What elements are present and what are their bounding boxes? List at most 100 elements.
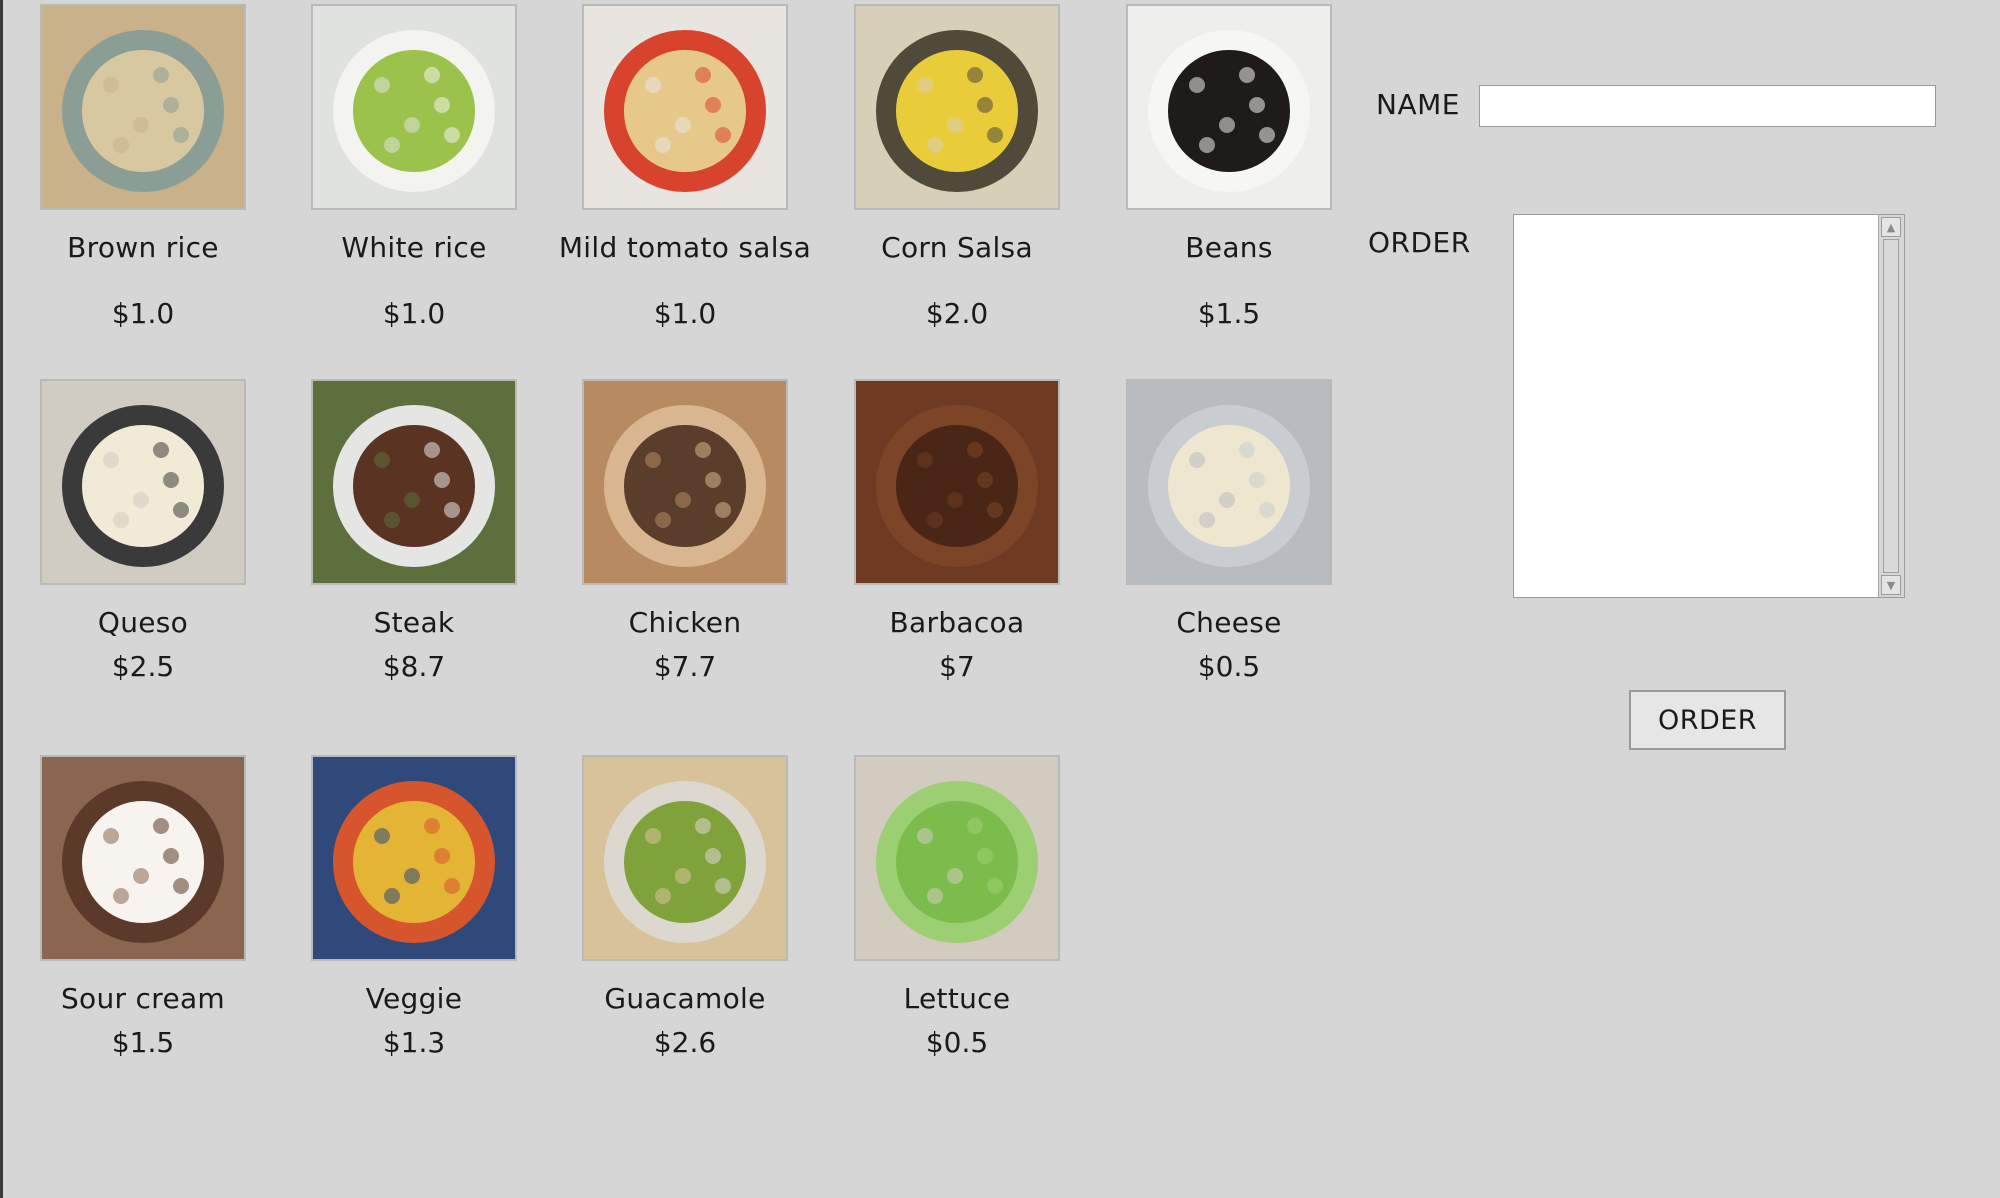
food-texture-dot	[674, 868, 691, 885]
fajita-veggies-image[interactable]	[311, 755, 517, 961]
vertical-scrollbar[interactable]: ▲ ▼	[1878, 215, 1904, 597]
food-texture-dot	[153, 817, 170, 834]
food-texture-dot	[1249, 471, 1266, 488]
food-texture-dot	[132, 868, 149, 885]
food-texture-dot	[434, 96, 451, 113]
food-texture-dot	[946, 492, 963, 509]
food-texture-dot	[916, 827, 933, 844]
food-fill-shape	[353, 801, 475, 923]
item-price: $7	[939, 650, 975, 683]
food-texture-dot	[967, 817, 984, 834]
food-fill-shape	[353, 425, 475, 547]
food-texture-dot	[373, 451, 390, 468]
food-texture-dot	[644, 451, 661, 468]
food-texture-dot	[946, 117, 963, 134]
menu-item-corn-salsa[interactable]: Corn Salsa $2.0	[821, 4, 1093, 332]
food-texture-dot	[695, 441, 712, 458]
steak-image[interactable]	[311, 379, 517, 585]
menu-item-brown-rice[interactable]: Brown rice $1.0	[7, 4, 279, 332]
food-texture-dot	[1218, 492, 1235, 509]
food-texture-dot	[916, 451, 933, 468]
food-texture-dot	[383, 888, 400, 905]
item-price: $2.6	[653, 1026, 717, 1059]
menu-item-lettuce[interactable]: Lettuce $0.5	[821, 755, 1093, 1061]
food-texture-dot	[1188, 76, 1205, 93]
food-texture-dot	[424, 441, 441, 458]
food-texture-dot	[403, 492, 420, 509]
item-price: $2.0	[925, 297, 989, 330]
food-texture-dot	[926, 512, 943, 529]
food-texture-dot	[705, 471, 722, 488]
food-texture-dot	[654, 888, 671, 905]
menu-item-guacamole[interactable]: Guacamole $2.6	[549, 755, 821, 1061]
item-price: $1.0	[653, 297, 717, 330]
food-texture-dot	[112, 137, 129, 154]
black-beans-image[interactable]	[1126, 4, 1332, 210]
scroll-up-arrow-icon[interactable]: ▲	[1881, 217, 1901, 237]
menu-item-mild-tomato-salsa[interactable]: Mild tomato salsa $1.0	[549, 4, 821, 332]
item-price: $8.7	[382, 650, 446, 683]
item-name: White rice	[341, 231, 487, 264]
menu-item-sour-cream[interactable]: Sour cream $1.5	[7, 755, 279, 1061]
menu-item-beans[interactable]: Beans $1.5	[1093, 4, 1365, 332]
item-name: Steak	[373, 606, 455, 639]
food-texture-dot	[403, 117, 420, 134]
menu-item-queso[interactable]: Queso $2.5	[7, 379, 279, 685]
item-name: Barbacoa	[889, 606, 1025, 639]
food-texture-dot	[373, 827, 390, 844]
food-texture-dot	[644, 76, 661, 93]
tomato-salsa-image[interactable]	[582, 4, 788, 210]
food-texture-dot	[163, 96, 180, 113]
item-name: Sour cream	[60, 982, 225, 1015]
food-texture-dot	[705, 847, 722, 864]
food-texture-dot	[1188, 451, 1205, 468]
corn-salsa-image[interactable]	[854, 4, 1060, 210]
order-textarea[interactable]	[1514, 215, 1876, 597]
food-fill-shape	[1168, 50, 1290, 172]
menu-item-white-rice[interactable]: White rice $1.0	[278, 4, 550, 332]
chicken-image[interactable]	[582, 379, 788, 585]
menu-item-steak[interactable]: Steak $8.7	[278, 379, 550, 685]
scroll-down-arrow-icon[interactable]: ▼	[1881, 575, 1901, 595]
food-texture-dot	[373, 76, 390, 93]
item-name: Brown rice	[67, 231, 219, 264]
scrollbar-track[interactable]	[1883, 239, 1899, 573]
menu-item-cheese[interactable]: Cheese $0.5	[1093, 379, 1365, 685]
burrito-order-window: Brown rice $1.0 White rice $1.0 Mild tom…	[0, 0, 2000, 1198]
menu-item-chicken[interactable]: Chicken $7.7	[549, 379, 821, 685]
sour-cream-image[interactable]	[40, 755, 246, 961]
food-texture-dot	[654, 137, 671, 154]
food-texture-dot	[153, 441, 170, 458]
food-texture-dot	[967, 441, 984, 458]
cheese-image[interactable]	[1126, 379, 1332, 585]
food-fill-shape	[624, 50, 746, 172]
white-rice-image[interactable]	[311, 4, 517, 210]
item-name: Cheese	[1176, 606, 1282, 639]
barbacoa-image[interactable]	[854, 379, 1060, 585]
food-texture-dot	[383, 512, 400, 529]
order-button[interactable]: ORDER	[1629, 690, 1786, 750]
food-texture-dot	[132, 492, 149, 509]
food-texture-dot	[1239, 66, 1256, 83]
name-input[interactable]	[1479, 85, 1936, 127]
queso-image[interactable]	[40, 379, 246, 585]
food-texture-dot	[1249, 96, 1266, 113]
food-texture-dot	[424, 66, 441, 83]
menu-item-veggie[interactable]: Veggie $1.3	[278, 755, 550, 1061]
food-texture-dot	[434, 471, 451, 488]
menu-item-barbacoa[interactable]: Barbacoa $7	[821, 379, 1093, 685]
order-text-area[interactable]: ▲ ▼	[1513, 214, 1905, 598]
lettuce-image[interactable]	[854, 755, 1060, 961]
item-price: $1.5	[111, 1026, 175, 1059]
food-texture-dot	[403, 868, 420, 885]
food-fill-shape	[353, 50, 475, 172]
guacamole-image[interactable]	[582, 755, 788, 961]
item-name: Guacamole	[604, 982, 766, 1015]
food-texture-dot	[695, 66, 712, 83]
item-price: $2.5	[111, 650, 175, 683]
brown-rice-image[interactable]	[40, 4, 246, 210]
food-texture-dot	[674, 492, 691, 509]
item-price: $1.5	[1197, 297, 1261, 330]
food-texture-dot	[153, 66, 170, 83]
food-texture-dot	[977, 847, 994, 864]
